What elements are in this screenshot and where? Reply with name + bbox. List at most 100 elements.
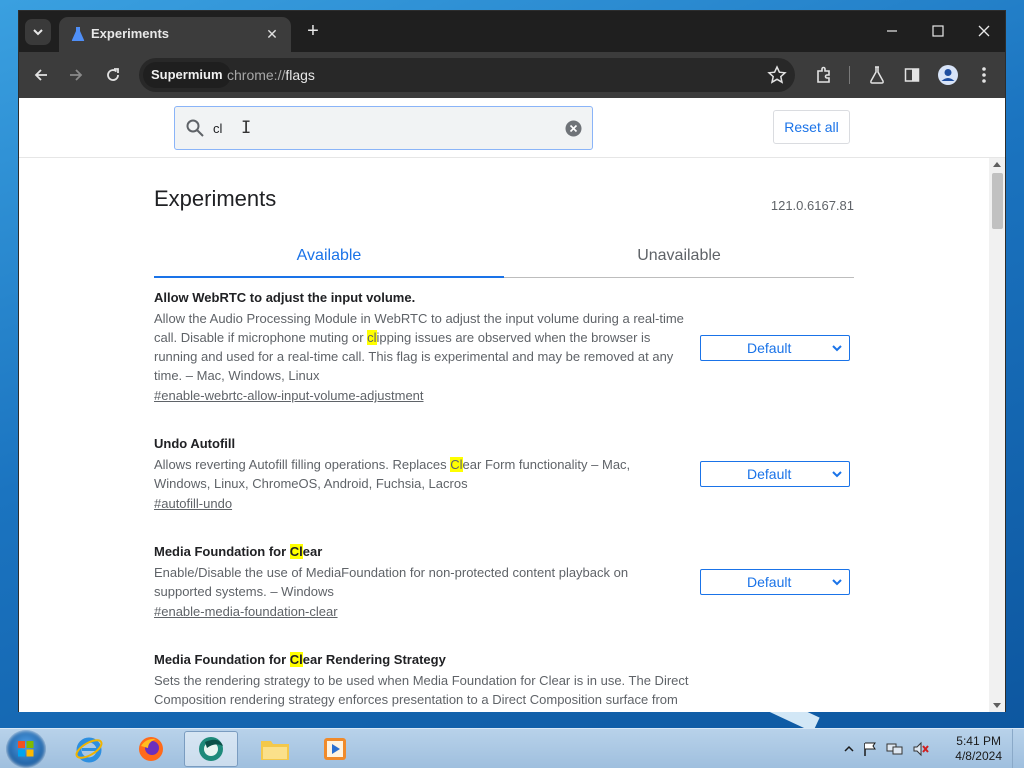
tab-available[interactable]: Available [154,234,504,278]
folder-icon [261,741,289,760]
version-number: 121.0.6167.81 [770,198,854,213]
action-center-flag-icon[interactable] [862,741,878,757]
tab-experiments[interactable]: Experiments ✕ [59,17,291,52]
start-button[interactable] [6,730,46,768]
toolbar-separator [849,66,850,84]
kebab-menu-icon [982,67,986,83]
experiment-description: Enable/Disable the use of MediaFoundatio… [154,565,629,599]
scroll-down-arrow-icon[interactable] [993,703,1001,708]
taskbar-file-explorer[interactable] [248,731,302,767]
search-match-highlight: Cl [289,544,303,559]
scrollbar-thumb[interactable] [992,173,1003,229]
select-value: Default [747,340,792,356]
chevron-down-icon [33,29,43,36]
taskbar-firefox[interactable] [124,731,178,767]
minimize-icon [887,30,897,32]
avatar-icon [938,65,958,85]
reset-all-button[interactable]: Reset all [773,110,850,144]
maximize-button[interactable] [915,17,961,45]
chevron-down-icon [832,471,842,478]
search-match-highlight: Cl [450,457,463,472]
tab-search-button[interactable] [25,19,51,45]
page-title: Experiments [154,186,277,211]
experiment-title: Allow WebRTC to adjust the input volume. [154,290,416,305]
arrow-left-icon [34,69,47,81]
select-value: Default [747,466,792,482]
taskbar-media-player[interactable] [308,731,362,767]
puzzle-icon [817,66,830,83]
maximize-icon [932,25,944,37]
close-icon[interactable]: ✕ [263,25,281,43]
tab-title: Experiments [91,26,170,41]
experiment-state-select[interactable]: Default [700,335,850,361]
arrow-right-icon [70,69,83,81]
experiment-description: Allow the Audio Processing Module in Web… [154,311,684,383]
side-panel-button[interactable] [900,63,924,87]
forward-button[interactable] [64,63,88,87]
site-chip[interactable]: Supermium [143,62,231,88]
chevron-down-icon [832,579,842,586]
reload-button[interactable] [101,63,125,87]
tab-unavailable[interactable]: Unavailable [504,234,854,278]
experiment-description: Allows reverting Autofill filling operat… [154,457,631,491]
experiment-state-select[interactable]: Default [700,461,850,487]
clock-date: 4/8/2024 [955,749,1002,763]
search-header: cl I Reset all [19,98,1005,158]
clock-time: 5:41 PM [956,734,1001,748]
experiment-title: Media Foundation for Clear [154,544,323,559]
experiment-item: Undo Autofill Allows reverting Autofill … [154,436,854,513]
show-desktop-button[interactable] [1012,729,1024,768]
experiment-state-select[interactable]: Default [700,569,850,595]
experiment-title: Media Foundation for Clear Rendering Str… [154,652,446,667]
experiment-permalink[interactable]: #enable-webrtc-allow-input-volume-adjust… [154,388,424,403]
experiment-permalink[interactable]: #enable-media-foundation-clear [154,604,338,619]
experiment-permalink[interactable]: #autofill-undo [154,496,232,511]
network-icon[interactable] [886,741,904,757]
bookmark-star-icon[interactable] [767,65,787,85]
side-panel-icon [904,68,920,82]
new-tab-button[interactable]: + [301,20,325,44]
window-close-button[interactable] [961,17,1007,45]
url-text[interactable]: chrome://flags [227,67,315,83]
taskbar-supermium[interactable] [184,731,238,767]
chevron-down-icon [832,345,842,352]
internet-explorer-icon [75,737,103,763]
show-hidden-icons-icon[interactable] [844,744,854,754]
firefox-icon [139,737,163,761]
select-value: Default [747,574,792,590]
tabs-row: Available Unavailable [154,234,854,278]
media-player-icon [324,738,346,760]
browser-window: Experiments ✕ + Supermium chrome://flags [18,10,1006,712]
windows-logo-icon [18,741,34,757]
address-bar[interactable]: Supermium chrome://flags [139,58,795,92]
experiment-item: Media Foundation for Clear Rendering Str… [154,652,854,712]
experiments-button[interactable] [865,63,889,87]
system-tray [844,737,930,761]
experiment-item: Allow WebRTC to adjust the input volume.… [154,290,854,405]
flask-icon [71,27,85,41]
experiment-title: Undo Autofill [154,436,236,451]
page-scrollbar[interactable] [989,158,1005,712]
reload-icon [107,68,119,81]
flags-search-input[interactable]: cl I [174,106,593,150]
volume-muted-icon[interactable] [912,741,930,757]
clear-search-icon[interactable] [565,120,582,137]
tab-strip: Experiments ✕ + [19,11,1005,52]
flags-page: cl I Reset all Experiments 121.0.6167.81… [19,98,1005,712]
experiment-item: Media Foundation for Clear Enable/Disabl… [154,544,854,621]
extensions-button[interactable] [812,63,836,87]
flask-icon [870,66,884,84]
search-value[interactable]: cl [213,121,222,136]
text-cursor-icon: I [241,118,252,138]
taskbar: 5:41 PM 4/8/2024 [0,728,1024,768]
menu-button[interactable] [972,63,996,87]
profile-button[interactable] [936,63,960,87]
search-match-highlight: cl [367,330,377,345]
supermium-icon [199,737,223,761]
back-button[interactable] [29,63,53,87]
scroll-up-arrow-icon[interactable] [993,162,1001,167]
taskbar-clock[interactable]: 5:41 PM 4/8/2024 [955,734,1002,764]
minimize-button[interactable] [869,17,915,45]
taskbar-internet-explorer[interactable] [62,731,116,767]
search-match-highlight: Cl [289,652,303,667]
